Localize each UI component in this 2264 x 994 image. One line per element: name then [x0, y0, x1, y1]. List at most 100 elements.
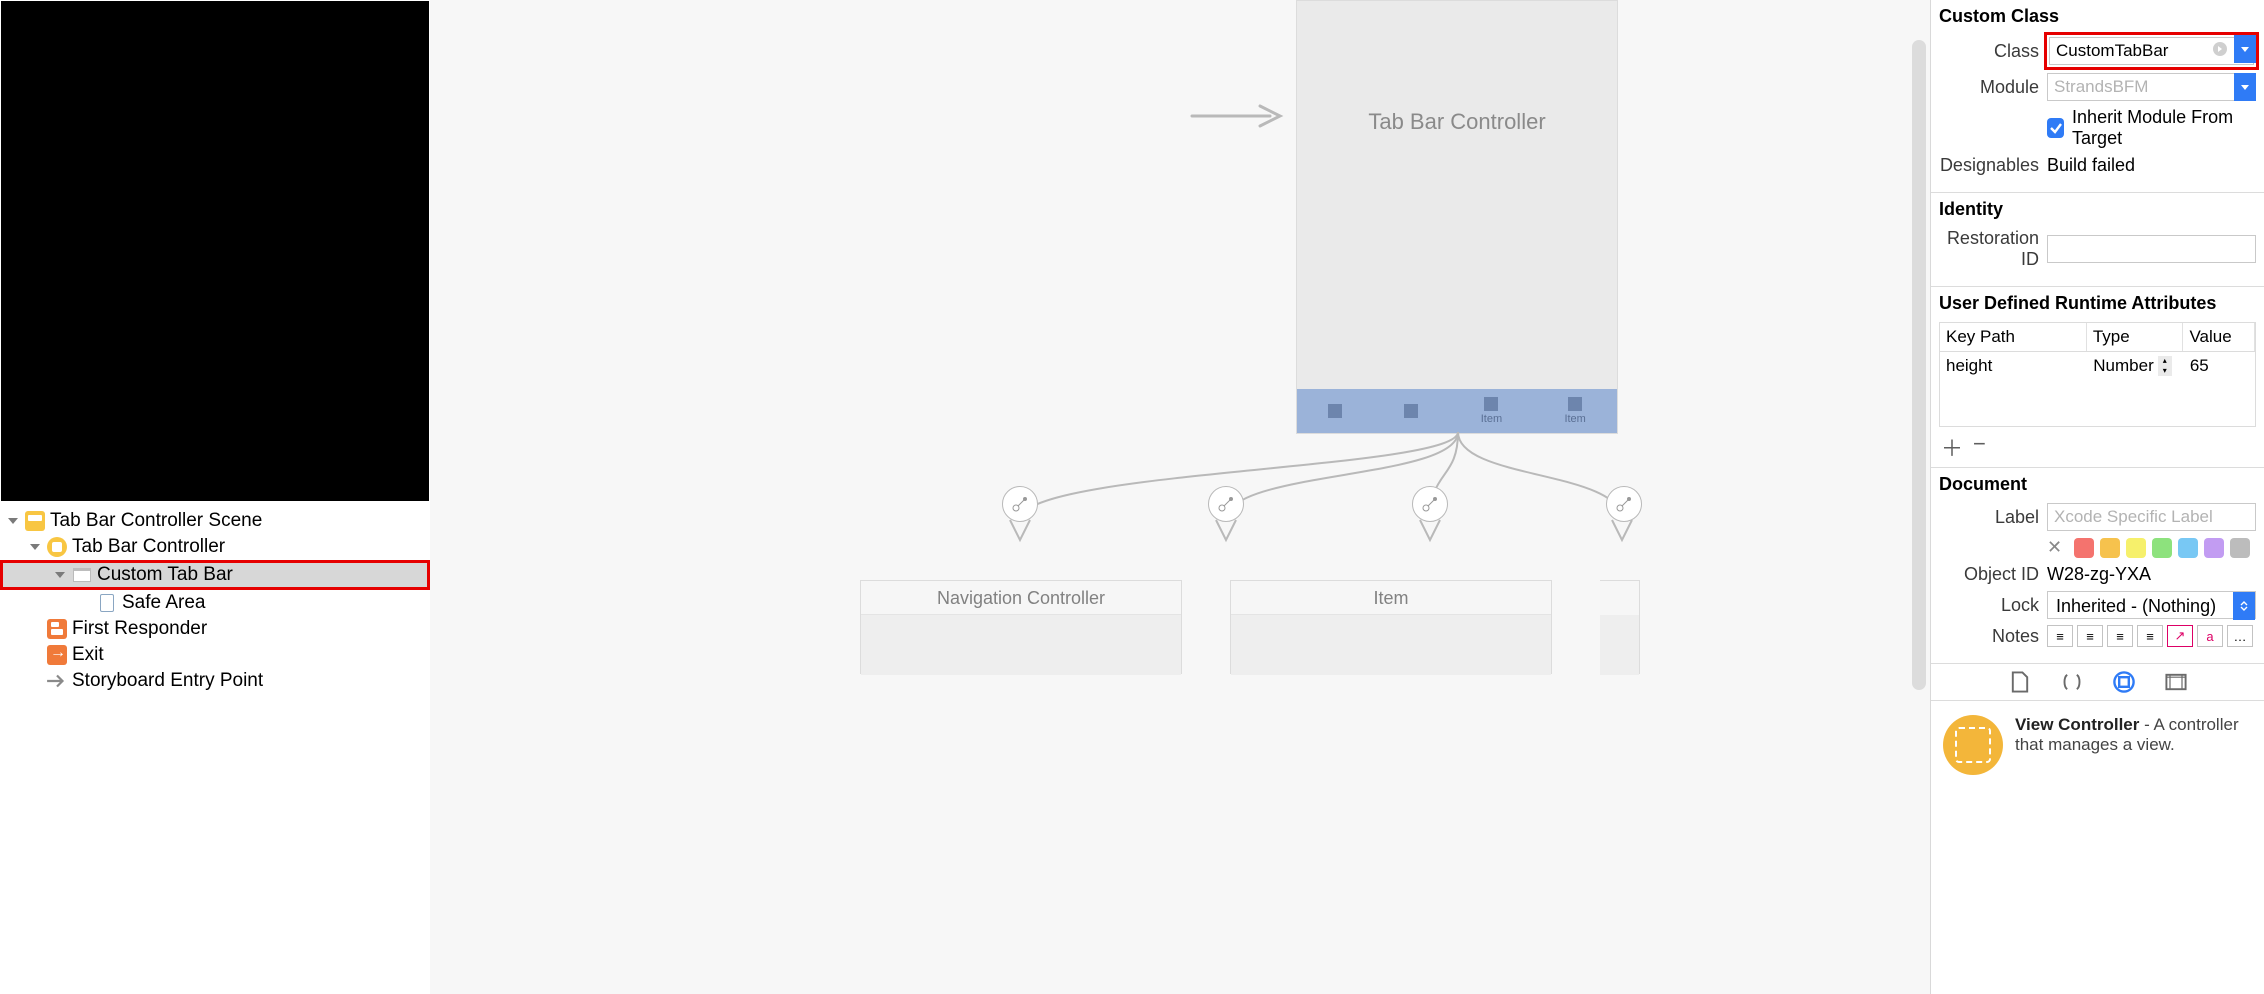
custom-class-section: Custom Class Class Module — [1931, 0, 2264, 193]
color-swatch[interactable] — [2230, 538, 2250, 558]
tabbar-item[interactable] — [1328, 404, 1342, 418]
relationship-segue-dot[interactable] — [1208, 486, 1244, 522]
class-field-wrapper — [2047, 35, 2256, 67]
color-swatch[interactable] — [2152, 538, 2172, 558]
outline-label: Exit — [72, 644, 104, 666]
exit-icon — [46, 644, 68, 666]
relationship-segue-dot[interactable] — [1002, 486, 1038, 522]
udra-type-cell[interactable]: Number — [2093, 356, 2153, 376]
document-section: Document Label ✕ Object — [1931, 468, 2264, 663]
udra-row[interactable]: height Number ▴▾ 65 — [1940, 352, 2255, 380]
tabbar-item[interactable]: Item — [1481, 397, 1502, 425]
segue-icon — [1208, 486, 1244, 522]
color-swatch[interactable] — [2178, 538, 2198, 558]
tabbar-controller-scene[interactable]: Tab Bar Controller Item Item — [1296, 0, 1618, 434]
udra-table[interactable]: Key Path Type Value height Number ▴▾ 65 — [1939, 322, 2256, 427]
first-responder-icon — [46, 618, 68, 640]
color-swatch-row: ✕ — [2047, 537, 2256, 558]
document-outline[interactable]: Tab Bar Controller Scene Tab Bar Control… — [0, 502, 430, 694]
library-item-viewcontroller[interactable]: View Controller - A controller that mana… — [1931, 701, 2264, 789]
outline-entrypoint-row[interactable]: Storyboard Entry Point — [0, 668, 430, 694]
child-scene-item[interactable]: Item — [1230, 580, 1552, 674]
inherit-module-row[interactable]: Inherit Module From Target — [2047, 107, 2256, 149]
scrollbar-vertical[interactable] — [1912, 40, 1926, 690]
outline-label: Tab Bar Controller — [72, 536, 225, 558]
child-scene-navigation[interactable]: Navigation Controller — [860, 580, 1182, 674]
chevron-down-icon[interactable] — [6, 514, 20, 528]
link-icon[interactable]: ↗ — [2167, 625, 2193, 647]
designables-value: Build failed — [2047, 155, 2256, 176]
object-id-value: W28-zg-YXA — [2047, 564, 2256, 585]
segue-icon — [1606, 486, 1642, 522]
file-template-tab[interactable] — [2008, 670, 2032, 694]
designables-label: Designables — [1939, 155, 2047, 176]
arrow-circle-icon[interactable] — [2212, 41, 2228, 62]
remove-button[interactable]: − — [1973, 431, 1986, 463]
child-scene-partial[interactable] — [1600, 580, 1640, 674]
relationship-segue-dot[interactable] — [1412, 486, 1448, 522]
viewcontroller-library-icon — [1943, 715, 2003, 775]
child-scene-title: Item — [1231, 581, 1551, 615]
chevron-down-icon[interactable] — [2234, 73, 2256, 101]
checkbox-checked-icon[interactable] — [2047, 118, 2064, 138]
outline-safearea-row[interactable]: Safe Area — [0, 590, 430, 616]
outline-custom-tabbar-row[interactable]: Custom Tab Bar — [0, 560, 430, 590]
section-title: Identity — [1939, 199, 2256, 220]
media-library-tab[interactable] — [2164, 670, 2188, 694]
safe-area-icon — [96, 592, 118, 614]
color-swatch[interactable] — [2100, 538, 2120, 558]
relationship-segue-dot[interactable] — [1606, 486, 1642, 522]
library-item-title: View Controller — [2015, 715, 2139, 734]
restoration-id-input[interactable] — [2047, 235, 2256, 263]
object-id-label: Object ID — [1939, 564, 2047, 585]
font-icon[interactable]: a — [2197, 625, 2223, 647]
color-swatch[interactable] — [2204, 538, 2224, 558]
outline-first-responder-row[interactable]: First Responder — [0, 616, 430, 642]
module-input[interactable] — [2047, 73, 2256, 101]
udra-col-value[interactable]: Value — [2183, 323, 2255, 351]
udra-key-cell[interactable]: height — [1940, 352, 2087, 380]
outline-label: Tab Bar Controller Scene — [50, 510, 262, 532]
preview-area — [1, 1, 429, 501]
color-swatch[interactable] — [2074, 538, 2094, 558]
outline-label: Safe Area — [122, 592, 205, 614]
chevron-down-icon[interactable] — [28, 540, 42, 554]
storyboard-canvas[interactable]: Tab Bar Controller Item Item — [430, 0, 1930, 994]
udra-col-type[interactable]: Type — [2087, 323, 2184, 351]
segue-icon — [1002, 486, 1038, 522]
stepper-icon[interactable]: ▴▾ — [2158, 356, 2172, 376]
tabbar-item[interactable]: Item — [1564, 397, 1585, 425]
doc-label-input[interactable] — [2047, 503, 2256, 531]
align-left-icon[interactable]: ≡ — [2047, 625, 2073, 647]
child-body — [1231, 615, 1551, 675]
tabbar[interactable]: Item Item — [1297, 389, 1617, 433]
class-label: Class — [1939, 41, 2047, 62]
identity-inspector[interactable]: Custom Class Class Module — [1930, 0, 2264, 994]
outline-label: Custom Tab Bar — [97, 564, 233, 586]
chevron-updown-icon[interactable] — [2233, 592, 2255, 620]
outline-exit-row[interactable]: Exit — [0, 642, 430, 668]
lock-select[interactable]: Inherited - (Nothing) — [2047, 591, 2256, 619]
module-label: Module — [1939, 77, 2047, 98]
udra-value-cell[interactable]: 65 — [2184, 352, 2255, 380]
chevron-down-icon[interactable] — [53, 568, 67, 582]
align-right-icon[interactable]: ≡ — [2107, 625, 2133, 647]
chevron-down-icon[interactable] — [2234, 35, 2256, 63]
clear-color-button[interactable]: ✕ — [2047, 537, 2062, 558]
notes-toolbar: ≡ ≡ ≡ ≡ ↗ a … — [2047, 625, 2256, 647]
outline-viewcontroller-row[interactable]: Tab Bar Controller — [0, 534, 430, 560]
object-library-tab[interactable] — [2112, 670, 2136, 694]
tabbar-item[interactable] — [1404, 404, 1418, 418]
align-justify-icon[interactable]: ≡ — [2137, 625, 2163, 647]
outline-scene-row[interactable]: Tab Bar Controller Scene — [0, 508, 430, 534]
code-snippet-tab[interactable] — [2060, 670, 2084, 694]
tabbar-item-icon — [1568, 397, 1582, 411]
doc-label-label: Label — [1939, 507, 2047, 528]
more-icon[interactable]: … — [2227, 625, 2253, 647]
udra-col-key[interactable]: Key Path — [1940, 323, 2087, 351]
align-center-icon[interactable]: ≡ — [2077, 625, 2103, 647]
child-body — [861, 615, 1181, 675]
udra-section: User Defined Runtime Attributes Key Path… — [1931, 287, 2264, 468]
add-button[interactable]: ＋ — [1941, 431, 1963, 463]
color-swatch[interactable] — [2126, 538, 2146, 558]
